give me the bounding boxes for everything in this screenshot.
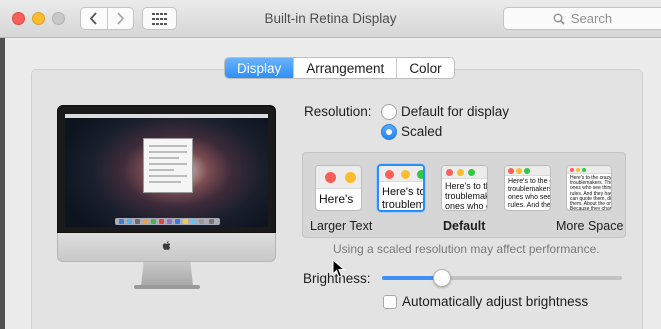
mouse-cursor-icon <box>332 259 346 278</box>
scale-option-3[interactable]: Here's to th troublemak ones who c <box>441 165 488 211</box>
thumbnail-text: Here's to th troublemak ones who c <box>445 181 488 211</box>
caption-default: Default <box>443 219 486 233</box>
imac-screen-wallpaper <box>65 114 268 227</box>
scale-option-default[interactable]: Here's to troublem <box>377 164 425 212</box>
tab-display[interactable]: Display <box>225 58 294 78</box>
scale-option-4[interactable]: Here's to the c troublemakers. ones who … <box>504 165 551 211</box>
thumbnail-text: Here's to the crazy ones troublemakers. … <box>570 175 612 211</box>
radio-default-for-display[interactable] <box>381 104 397 120</box>
scale-option-larger-text[interactable]: Here's <box>315 165 362 211</box>
thumbnail-text: Here's <box>319 192 354 206</box>
auto-brightness-checkbox[interactable] <box>383 295 397 309</box>
radio-scaled-label: Scaled <box>401 124 443 139</box>
scale-option-more-space[interactable]: Here's to the crazy ones troublemakers. … <box>566 165 612 211</box>
search-field[interactable]: Search <box>503 7 661 30</box>
tab-color[interactable]: Color <box>396 58 453 78</box>
screen-text-window <box>143 138 193 193</box>
tab-arrangement[interactable]: Arrangement <box>293 58 396 78</box>
caption-larger-text: Larger Text <box>310 219 373 233</box>
title-bar: Built-in Retina Display Search <box>0 0 661 38</box>
imac-illustration <box>57 105 276 290</box>
thumbnail-text: Here's to troublem <box>382 186 425 211</box>
thumbnail-text: Here's to the c troublemakers. ones who … <box>508 178 551 209</box>
brightness-slider-knob[interactable] <box>433 269 451 287</box>
performance-note: Using a scaled resolution may affect per… <box>333 242 600 256</box>
imac-stand <box>141 262 193 286</box>
auto-brightness-label: Automatically adjust brightness <box>402 294 589 309</box>
screen-menubar <box>65 114 268 118</box>
radio-default-label: Default for display <box>401 104 510 119</box>
desktop-edge <box>0 38 5 329</box>
tab-bar: Display Arrangement Color <box>224 57 455 79</box>
display-preferences-window: Built-in Retina Display Search Display A… <box>0 0 661 329</box>
brightness-slider[interactable] <box>382 276 622 280</box>
resolution-label: Resolution: <box>304 104 372 119</box>
screen-dock <box>115 218 220 225</box>
imac-bezel <box>57 105 276 233</box>
imac-stand-foot <box>134 285 200 289</box>
radio-scaled[interactable] <box>381 124 397 140</box>
apple-logo-icon <box>162 241 171 250</box>
search-placeholder: Search <box>570 11 613 26</box>
caption-more-space: More Space <box>556 219 624 233</box>
search-icon <box>553 13 565 25</box>
